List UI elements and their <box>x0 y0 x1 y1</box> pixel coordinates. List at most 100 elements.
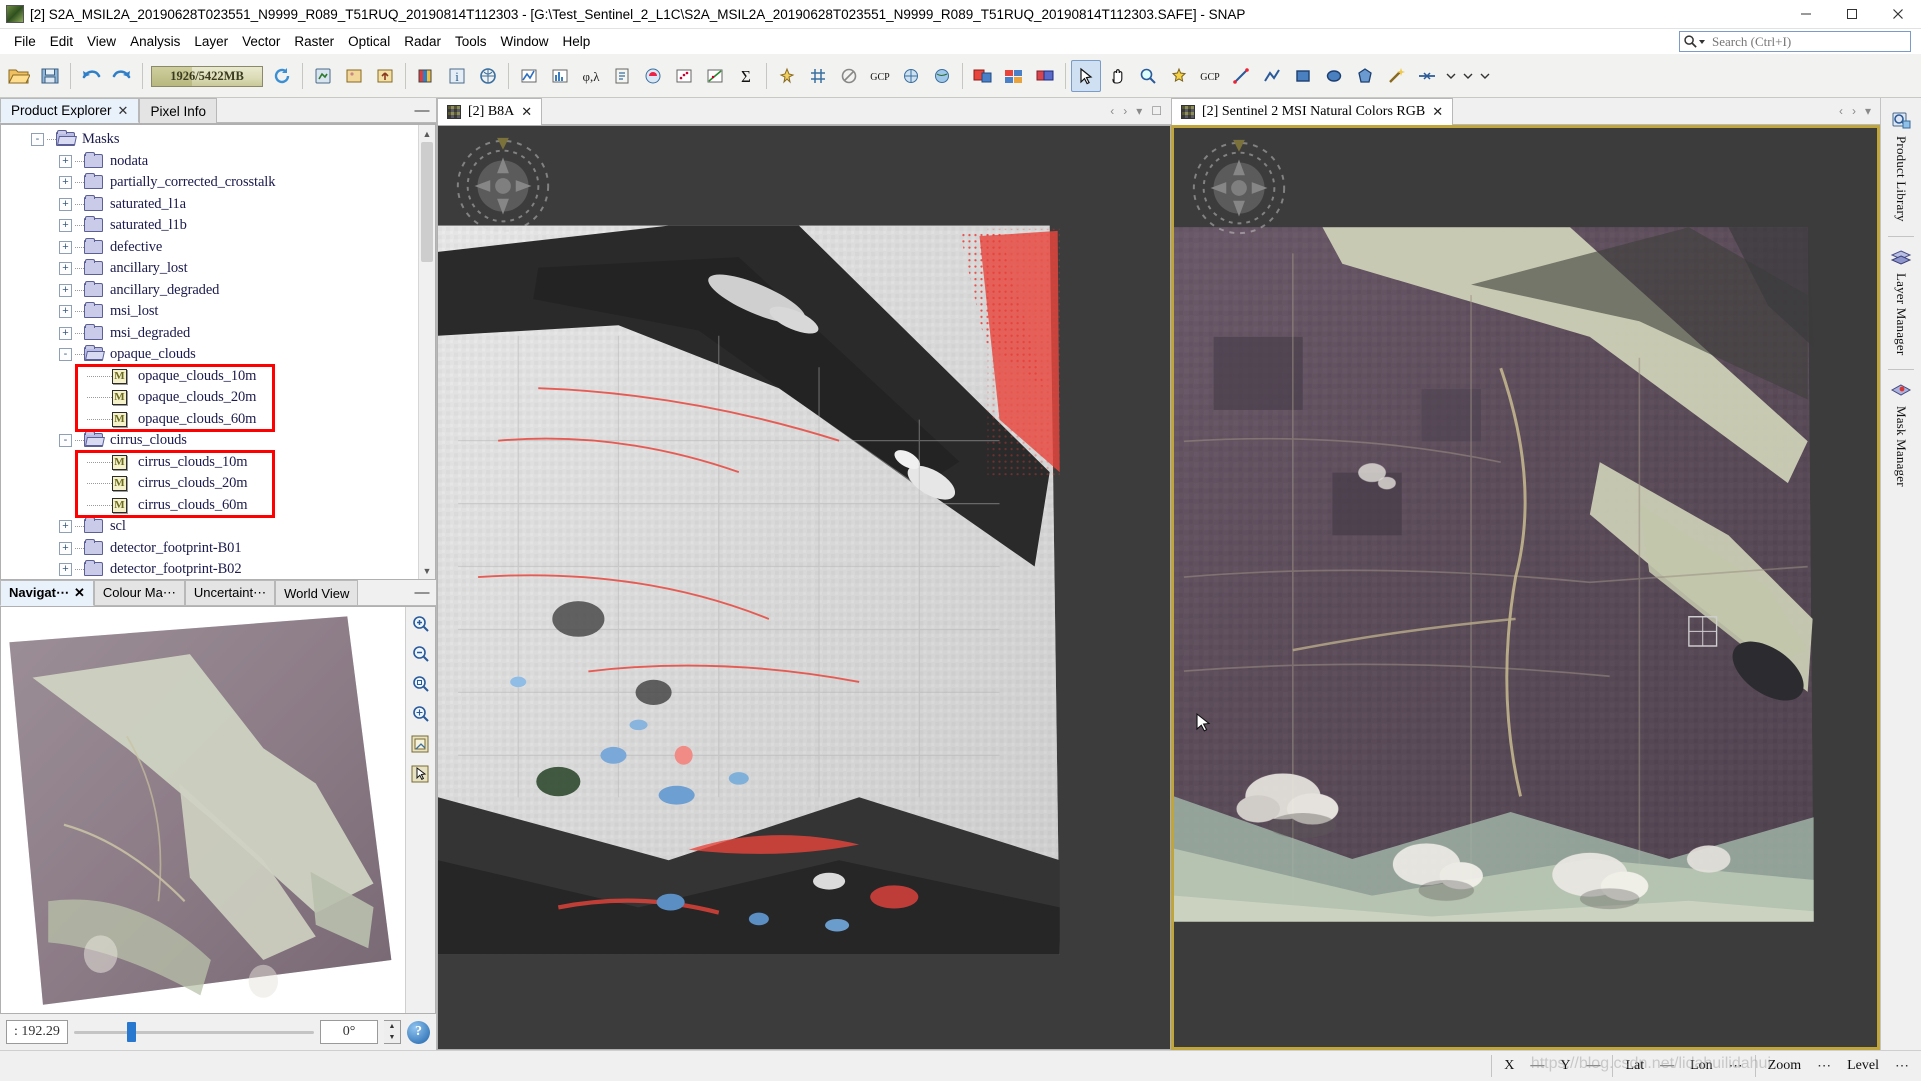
grid-icon[interactable] <box>803 60 833 92</box>
tree-item[interactable]: + defective <box>1 237 418 259</box>
scroll-down-icon[interactable]: ▼ <box>419 562 435 579</box>
editor-tab-list-icon[interactable]: ▾ <box>1136 104 1142 118</box>
tree-expand-icon[interactable]: + <box>59 326 72 340</box>
no-data-icon[interactable] <box>834 60 864 92</box>
tree-item[interactable]: + detector_footprint-B01 <box>1 538 418 560</box>
tree-item[interactable]: Mopaque_clouds_10m <box>1 366 418 388</box>
navigator-thumbnail[interactable] <box>1 607 405 1013</box>
zoom-to-pixel-icon[interactable] <box>410 673 432 695</box>
scroll-up-icon[interactable]: ▲ <box>419 125 435 142</box>
world-map-icon[interactable] <box>927 60 957 92</box>
rotation-step-down-icon[interactable]: ▼ <box>384 1032 400 1043</box>
tree-item[interactable]: - cirrus_clouds <box>1 430 418 452</box>
zoom-out-icon[interactable] <box>410 643 432 665</box>
magic-wand-icon[interactable] <box>1381 60 1411 92</box>
product-tree-scrollbar[interactable]: ▲ ▼ <box>418 125 435 579</box>
image-canvas-b8a[interactable] <box>438 126 1170 1049</box>
toolbar-overflow-caret-3-icon[interactable] <box>1477 60 1493 92</box>
toolbar-overflow-caret-2-icon[interactable] <box>1460 60 1476 92</box>
tree-item[interactable]: Mopaque_clouds_60m <box>1 409 418 431</box>
tree-expand-icon[interactable]: + <box>59 283 72 297</box>
toolbar-overflow-caret-1-icon[interactable] <box>1443 60 1459 92</box>
undo-icon[interactable] <box>76 60 106 92</box>
tree-expand-icon[interactable]: + <box>59 240 72 254</box>
tree-item[interactable]: + detector_footprint-B02 <box>1 559 418 579</box>
sync-cursor-icon[interactable] <box>410 763 432 785</box>
refresh-icon[interactable] <box>267 60 297 92</box>
tab-colour-manipulation[interactable]: Colour Ma⋯ <box>93 580 185 606</box>
tree-item[interactable]: Mcirrus_clouds_10m <box>1 452 418 474</box>
menu-analysis[interactable]: Analysis <box>123 31 187 52</box>
tree-item[interactable]: + partially_corrected_crosstalk <box>1 172 418 194</box>
export-icon[interactable] <box>370 60 400 92</box>
close-button[interactable] <box>1875 0 1921 29</box>
search-box[interactable] <box>1679 31 1911 52</box>
tree-item[interactable]: - Masks <box>1 129 418 151</box>
import-raster-icon[interactable] <box>339 60 369 92</box>
histogram-icon[interactable] <box>545 60 575 92</box>
tree-item[interactable]: Mcirrus_clouds_20m <box>1 473 418 495</box>
tree-expand-icon[interactable]: + <box>59 563 72 577</box>
statistics-panel-icon[interactable] <box>607 60 637 92</box>
image-canvas-rgb[interactable] <box>1174 128 1877 1047</box>
search-input[interactable] <box>1710 32 1910 51</box>
correlative-plot-icon[interactable] <box>700 60 730 92</box>
tab-natural-colors-rgb[interactable]: [2] Sentinel 2 MSI Natural Colors RGB ✕ <box>1171 98 1454 125</box>
tree-collapse-icon[interactable]: - <box>59 348 72 362</box>
tree-item[interactable]: + scl <box>1 516 418 538</box>
sum-icon[interactable]: Σ <box>731 60 761 92</box>
editor-prev-tab-icon-2[interactable]: ‹ <box>1839 104 1843 118</box>
tab-product-explorer[interactable]: Product Explorer ✕ <box>0 98 140 123</box>
menu-help[interactable]: Help <box>556 31 598 52</box>
tree-item[interactable]: + msi_lost <box>1 301 418 323</box>
tree-expand-icon[interactable]: + <box>59 541 72 555</box>
rectangle-drawing-icon[interactable] <box>1288 60 1318 92</box>
product-tree[interactable]: - Masks + nodata + partially_corrected_crosst… <box>1 125 418 579</box>
tree-item[interactable]: + msi_degraded <box>1 323 418 345</box>
tab-b8a-close-icon[interactable]: ✕ <box>521 104 532 120</box>
zoom-in-icon[interactable] <box>410 613 432 635</box>
tree-item[interactable]: Mcirrus_clouds_60m <box>1 495 418 517</box>
tree-expand-icon[interactable]: + <box>59 197 72 211</box>
open-product-icon[interactable] <box>4 60 34 92</box>
tree-item[interactable]: + nodata <box>1 151 418 173</box>
tab-pixel-info[interactable]: Pixel Info <box>139 98 217 123</box>
tree-collapse-icon[interactable]: - <box>31 133 44 147</box>
rotation-step-up-icon[interactable]: ▲ <box>384 1021 400 1032</box>
navigator-rotation-stepper[interactable]: ▲ ▼ <box>384 1020 401 1044</box>
mosaic-icon[interactable] <box>999 60 1029 92</box>
tree-item[interactable]: Mopaque_clouds_20m <box>1 387 418 409</box>
tree-item[interactable]: + ancillary_lost <box>1 258 418 280</box>
minimize-button[interactable] <box>1783 0 1829 29</box>
mask-manager-icon[interactable] <box>638 60 668 92</box>
polygon-drawing-icon[interactable] <box>1350 60 1380 92</box>
editor-next-tab-icon[interactable]: › <box>1123 104 1127 118</box>
profile-plot-icon[interactable] <box>514 60 544 92</box>
information-icon[interactable]: i <box>442 60 472 92</box>
tree-expand-icon[interactable]: + <box>59 305 72 319</box>
tab-world-view[interactable]: World View <box>275 580 359 606</box>
tree-item[interactable]: + saturated_l1b <box>1 215 418 237</box>
tree-expand-icon[interactable]: + <box>59 154 72 168</box>
image-view-b8a[interactable] <box>437 125 1171 1050</box>
polyline-drawing-icon[interactable] <box>1257 60 1287 92</box>
tree-expand-icon[interactable]: + <box>59 520 72 534</box>
tab-b8a[interactable]: [2] B8A ✕ <box>437 98 543 125</box>
select-tool-icon[interactable] <box>1071 60 1101 92</box>
tab-rgb-close-icon[interactable]: ✕ <box>1432 104 1443 120</box>
menu-edit[interactable]: Edit <box>43 31 80 52</box>
range-finder-icon[interactable] <box>1412 60 1442 92</box>
menu-raster[interactable]: Raster <box>287 31 341 52</box>
pin-manager-icon[interactable] <box>772 60 802 92</box>
colour-manipulation-icon[interactable] <box>411 60 441 92</box>
menu-window[interactable]: Window <box>494 31 556 52</box>
import-vector-icon[interactable] <box>308 60 338 92</box>
scroll-thumb[interactable] <box>421 142 433 262</box>
scatter-plot-icon[interactable] <box>669 60 699 92</box>
ellipse-drawing-icon[interactable] <box>1319 60 1349 92</box>
line-drawing-icon[interactable] <box>1226 60 1256 92</box>
tree-expand-icon[interactable]: + <box>59 176 72 190</box>
zoom-slider-knob[interactable] <box>126 1022 136 1042</box>
editor-prev-tab-icon[interactable]: ‹ <box>1110 104 1114 118</box>
phi-lambda-icon[interactable]: φ,λ <box>576 60 606 92</box>
